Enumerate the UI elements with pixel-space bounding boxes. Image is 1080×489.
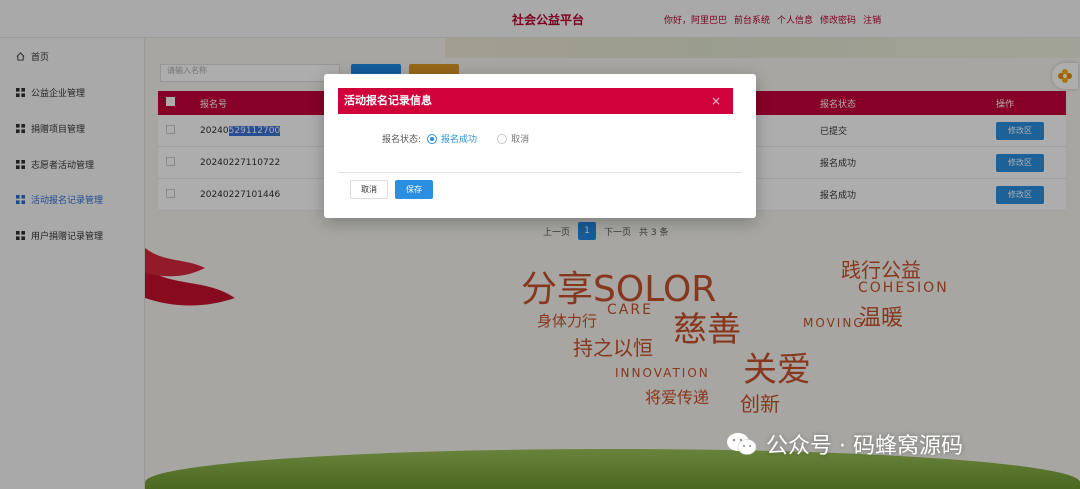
watermark: 公众号 · 码蜂窝源码 <box>726 428 963 460</box>
status-label: 报名状态: <box>382 135 422 145</box>
status-form-row: 报名状态: 报名成功 取消 <box>382 132 549 145</box>
radio-label: 取消 <box>511 135 530 145</box>
dialog-divider <box>338 172 742 173</box>
status-radio-cancel[interactable]: 取消 <box>497 132 529 145</box>
cancel-button[interactable]: 取消 <box>350 180 388 199</box>
close-icon[interactable]: × <box>711 88 721 114</box>
wechat-icon <box>727 433 757 455</box>
watermark-text: 公众号 · 码蜂窝源码 <box>766 434 963 459</box>
radio-unchecked-icon <box>497 133 508 144</box>
registration-record-dialog: 活动报名记录信息 × 报名状态: 报名成功 取消 取消 保存 <box>324 74 756 218</box>
radio-checked-icon <box>427 133 438 144</box>
status-radio-success[interactable]: 报名成功 <box>427 132 477 145</box>
save-button[interactable]: 保存 <box>395 180 433 199</box>
dialog-header: 活动报名记录信息 × <box>338 88 733 114</box>
radio-label: 报名成功 <box>441 135 478 145</box>
dialog-title: 活动报名记录信息 <box>344 94 432 107</box>
